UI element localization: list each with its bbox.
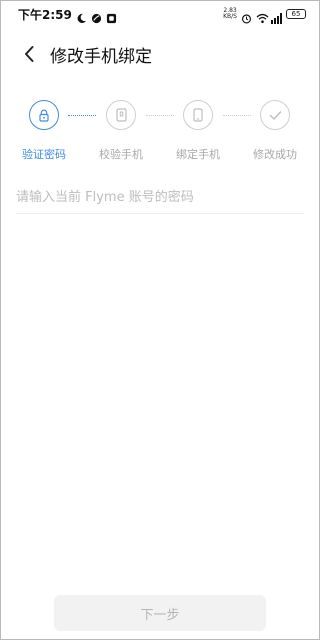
status-time: 下午2:59	[18, 7, 72, 22]
password-input[interactable]	[16, 182, 304, 214]
battery-icon: 65	[286, 9, 306, 19]
step-4-label: 修改成功	[253, 148, 297, 161]
net-speed-unit: KB/S	[223, 13, 237, 20]
alarm-icon	[241, 9, 252, 23]
step-connector-1	[68, 115, 96, 116]
stepper: 验证密码 校验手机 绑定手机 修改成功	[0, 100, 320, 161]
step-2-label: 校验手机	[99, 148, 143, 161]
step-2-circle	[106, 100, 136, 130]
step-1-circle	[29, 100, 59, 130]
app-icon	[106, 9, 117, 23]
step-3-label: 绑定手机	[176, 148, 220, 161]
step-1-label: 验证密码	[22, 148, 66, 161]
device-frame	[0, 0, 320, 640]
step-4-circle	[260, 100, 290, 130]
back-arrow-icon	[25, 46, 34, 62]
lock-icon	[39, 109, 49, 122]
phone-icon	[193, 108, 203, 122]
step-3-circle	[183, 100, 213, 130]
check-icon	[269, 110, 281, 120]
signal-icon	[271, 9, 282, 24]
page-title: 修改手机绑定	[50, 46, 152, 67]
back-button[interactable]	[14, 39, 44, 69]
leaf-icon	[91, 9, 102, 23]
net-speed: 2.83 KB/S	[223, 8, 237, 20]
wifi-icon	[256, 9, 269, 23]
status-right: 2.83 KB/S 65	[223, 8, 306, 24]
next-button[interactable]: 下一步	[54, 595, 266, 631]
status-bar: 下午2:59 2.83 KB/S 65	[0, 0, 320, 28]
sim-card-icon	[115, 108, 127, 122]
status-left: 下午2:59	[18, 6, 117, 23]
step-connector-3	[223, 115, 251, 116]
step-connector-2	[146, 115, 174, 116]
header: 修改手机绑定	[0, 36, 320, 72]
moon-icon	[76, 9, 87, 23]
